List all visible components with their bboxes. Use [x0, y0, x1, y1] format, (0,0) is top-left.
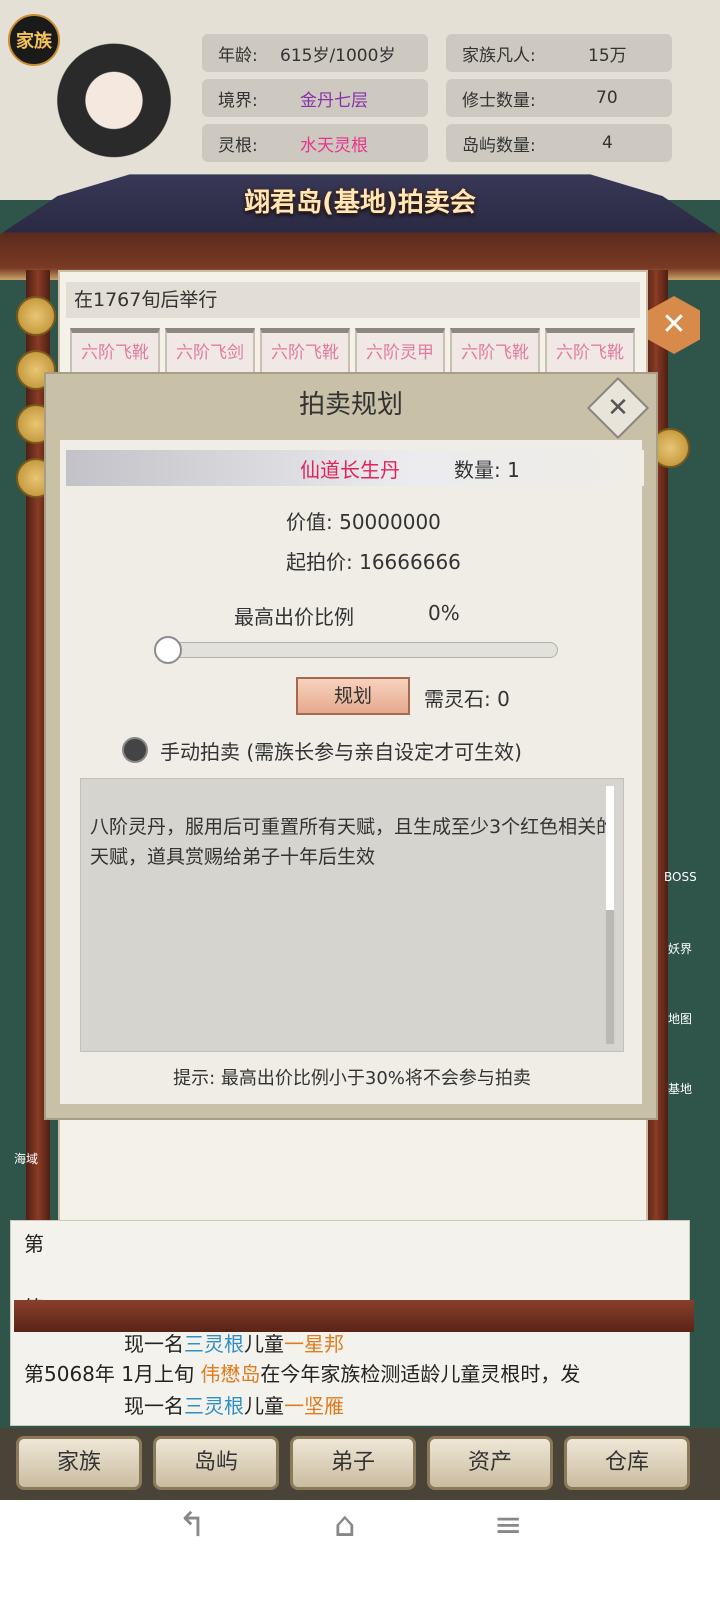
stat-spirit-root: 灵根: 水天灵根 [202, 124, 428, 162]
close-icon: ✕ [607, 393, 629, 423]
stat-label: 岛屿数量: [462, 135, 536, 156]
stat-value: 615岁/1000岁 [280, 45, 396, 66]
side-label-base[interactable]: 基地 [668, 1080, 692, 1097]
stat-label: 家族凡人: [462, 45, 536, 66]
log-child-name: 一坚雁 [284, 1394, 344, 1418]
log-date: 第5068年 1月上旬 [24, 1362, 194, 1386]
stat-label: 境界: [218, 90, 258, 111]
bid-ratio-label: 最高出价比例 [234, 605, 354, 629]
auction-item-tab[interactable]: 六阶灵甲 [355, 328, 445, 376]
stat-cultivators: 修士数量: 70 [446, 79, 672, 117]
plan-button[interactable]: 规划 [296, 677, 410, 715]
log-spirit-root: 三灵根 [184, 1394, 244, 1418]
nav-warehouse[interactable]: 仓库 [564, 1436, 690, 1490]
manual-auction-radio[interactable] [122, 737, 148, 763]
bid-ratio-slider-thumb[interactable] [154, 636, 182, 664]
log-child-name: 一星邦 [284, 1332, 344, 1356]
family-badge[interactable]: 家族 [8, 14, 60, 66]
bid-ratio-value: 0% [428, 601, 460, 625]
log-entry-line2: 现一名三灵根儿童一坚雁 [124, 1390, 344, 1419]
coin-ornament [16, 296, 56, 336]
auction-item-tab[interactable]: 六阶飞剑 [165, 328, 255, 376]
nav-islands[interactable]: 岛屿 [153, 1436, 279, 1490]
stat-age: 年龄: 615岁/1000岁 [202, 34, 428, 72]
log-spirit-root: 三灵根 [184, 1332, 244, 1356]
nav-family[interactable]: 家族 [16, 1436, 142, 1490]
side-label-boss[interactable]: BOSS [664, 870, 697, 884]
log-entry: 第5068年 1月上旬 伟懋岛在今年家族检测适龄儿童灵根时，发 [24, 1358, 580, 1387]
log-text: 现一名 [124, 1332, 184, 1356]
log-island: 伟懋岛 [200, 1362, 261, 1386]
auction-schedule: 在1767旬后举行 [66, 282, 640, 318]
item-description: 八阶灵丹，服用后可重置所有天赋，且生成至少3个红色相关的天赋，道具赏赐给弟子十年… [90, 816, 616, 868]
log-text: 在今年家族检测适龄儿童灵根时，发 [260, 1362, 581, 1386]
back-icon[interactable]: ↰ [178, 1505, 207, 1545]
stat-mortals: 家族凡人: 15万 [446, 34, 672, 72]
bid-ratio-slider[interactable] [166, 642, 558, 658]
scroll-beam [14, 1300, 694, 1332]
stat-islands: 岛屿数量: 4 [446, 124, 672, 162]
log-line-marker: 第 [24, 1232, 44, 1256]
stat-value: 4 [602, 133, 613, 153]
spirit-stone-needed: 需灵石: 0 [424, 687, 510, 711]
log-partial-line: 现一名三灵根儿童一星邦 [124, 1328, 344, 1357]
system-nav-bar [0, 1500, 720, 1600]
side-label-demon-realm[interactable]: 妖界 [668, 940, 692, 957]
stat-label: 年龄: [218, 45, 258, 66]
auction-item-tab[interactable]: 六阶飞靴 [545, 328, 635, 376]
home-icon[interactable]: ⌂ [334, 1505, 356, 1545]
stat-label: 修士数量: [462, 90, 536, 111]
manual-auction-label[interactable]: 手动拍卖 (需族长参与亲自设定才可生效) [160, 736, 522, 765]
side-label-sea[interactable]: 海域 [14, 1150, 38, 1167]
nav-assets[interactable]: 资产 [427, 1436, 553, 1490]
item-value: 价值: 50000000 [286, 510, 441, 534]
dialog-title: 拍卖规划 [298, 390, 403, 420]
stat-value: 金丹七层 [300, 90, 368, 111]
menu-icon[interactable]: ≡ [494, 1505, 523, 1545]
item-quantity: 数量: 1 [454, 458, 520, 482]
stat-realm: 境界: 金丹七层 [202, 79, 428, 117]
log-text: 儿童 [244, 1332, 284, 1356]
description-scrollbar-thumb[interactable] [606, 786, 614, 910]
log-text: 现一名 [124, 1394, 184, 1418]
auction-item-tab[interactable]: 六阶飞靴 [450, 328, 540, 376]
stat-value: 水天灵根 [300, 135, 368, 156]
auction-title: 翊君岛(基地)拍卖会 [244, 188, 476, 218]
stat-label: 灵根: [218, 135, 258, 156]
stat-value: 15万 [588, 45, 627, 66]
item-name: 仙道长生丹 [300, 458, 400, 482]
auction-item-tab[interactable]: 六阶飞靴 [70, 328, 160, 376]
patriarch-avatar[interactable] [52, 30, 176, 158]
nav-disciples[interactable]: 弟子 [290, 1436, 416, 1490]
log-text: 儿童 [244, 1394, 284, 1418]
side-label-map[interactable]: 地图 [668, 1010, 692, 1027]
stat-value: 70 [596, 88, 618, 108]
start-price: 起拍价: 16666666 [286, 550, 461, 574]
auction-hint: 提示: 最高出价比例小于30%将不会参与拍卖 [173, 1068, 531, 1089]
auction-item-tab[interactable]: 六阶飞靴 [260, 328, 350, 376]
